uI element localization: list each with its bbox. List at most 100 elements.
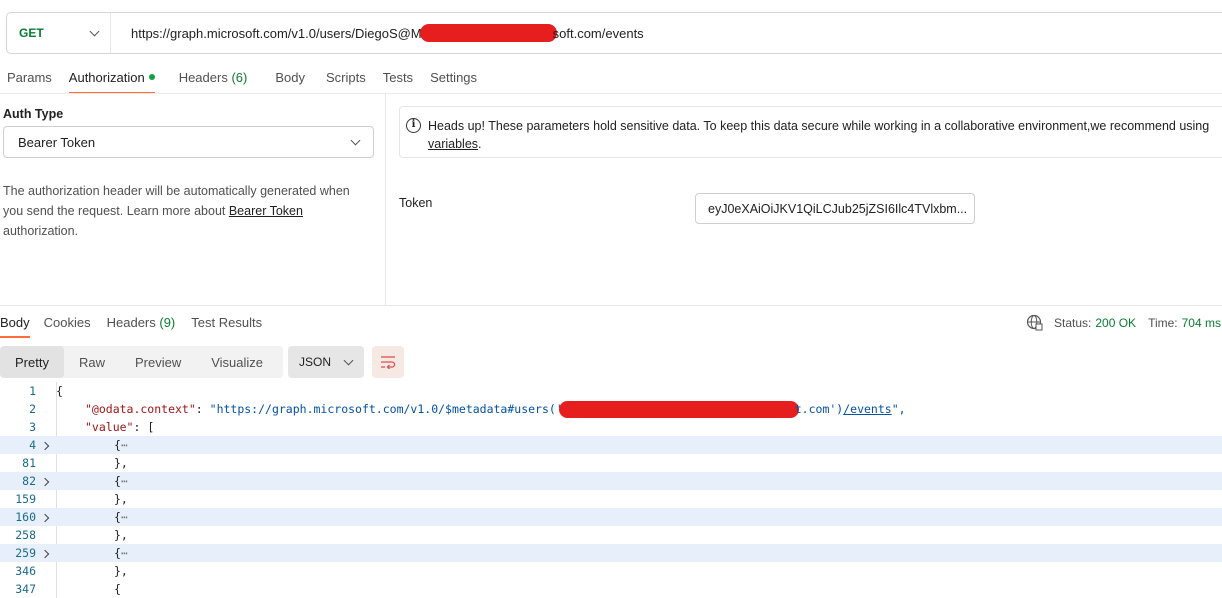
- events-link[interactable]: /events: [843, 402, 891, 416]
- chevron-right-icon[interactable]: [40, 436, 50, 454]
- notice-end: .: [478, 137, 482, 151]
- code-line: 4 {⋯: [0, 436, 1222, 454]
- tab-count: (9): [159, 315, 176, 330]
- auth-type-value: Bearer Token: [18, 134, 96, 150]
- code-line: 2 "@odata.context": "https://graph.micro…: [0, 400, 1222, 418]
- token-input[interactable]: eyJ0eXAiOiJKV1QiLCJub25jZSI6Ilc4TVlxbm..…: [695, 193, 975, 224]
- chevron-right-icon[interactable]: [40, 508, 50, 526]
- tab-label: Cookies: [43, 315, 91, 330]
- json-key: "@odata.context": [85, 402, 196, 416]
- code-text[interactable]: {⋯: [114, 508, 128, 526]
- notice-text: Heads up! These parameters hold sensitiv…: [428, 119, 1210, 133]
- auth-type-pane: Auth Type Bearer Token The authorization…: [0, 94, 386, 305]
- wrap-lines-button[interactable]: [372, 346, 404, 378]
- tab-count: (6): [231, 70, 248, 85]
- url-input[interactable]: https://graph.microsoft.com/v1.0/users/D…: [111, 13, 1222, 53]
- view-tab-visualize[interactable]: Visualize: [196, 346, 278, 378]
- line-number: 1: [29, 384, 36, 398]
- view-tab-pretty[interactable]: Pretty: [0, 346, 64, 378]
- tab-scripts[interactable]: Scripts: [326, 62, 366, 94]
- resp-tab-headers[interactable]: Headers (9): [107, 306, 176, 338]
- resp-tab-cookies[interactable]: Cookies: [44, 306, 91, 338]
- line-number: 346: [15, 564, 36, 578]
- json-string: "https://graph.microsoft.com/v1.0/$metad…: [209, 402, 563, 416]
- tab-body[interactable]: Body: [275, 62, 305, 94]
- auth-desc-text-end: authorization.: [3, 224, 79, 238]
- code-line: 346 },: [0, 562, 1222, 580]
- tab-tests[interactable]: Tests: [383, 62, 413, 94]
- resp-tab-test-results[interactable]: Test Results: [191, 306, 262, 338]
- tab-label: Settings: [430, 70, 478, 85]
- status-dot-icon: [148, 74, 155, 80]
- request-tabs: Params Authorization Headers (6) Body Sc…: [0, 62, 494, 94]
- line-number: 259: [15, 546, 36, 560]
- line-number: 2: [29, 402, 36, 416]
- format-select[interactable]: JSON: [288, 346, 364, 378]
- code-text: },: [114, 492, 128, 506]
- code-text: "@odata.context": "https://graph.microso…: [85, 401, 906, 418]
- chevron-right-icon[interactable]: [40, 544, 50, 562]
- json-string: ",: [891, 402, 906, 416]
- method-label: GET: [19, 26, 44, 40]
- code-text[interactable]: {⋯: [114, 544, 128, 562]
- info-icon: i: [406, 118, 421, 133]
- view-tab-raw[interactable]: Raw: [64, 346, 120, 378]
- variables-link[interactable]: variables: [428, 137, 478, 151]
- code-line: 347 {: [0, 580, 1222, 598]
- json-string: t.com'): [794, 402, 844, 416]
- code-text[interactable]: {⋯: [114, 472, 128, 490]
- status-value[interactable]: 200 OK: [1095, 316, 1136, 330]
- url-prefix: https://graph.microsoft.com/v1.0/users/D…: [131, 25, 422, 41]
- line-number: 160: [15, 510, 36, 524]
- tab-label: Headers: [106, 315, 156, 330]
- tab-headers[interactable]: Headers (6): [179, 62, 248, 94]
- response-tabs: Body Cookies Headers (9) Test Results: [0, 306, 278, 338]
- view-mode-tabs: Pretty Raw Preview Visualize: [0, 346, 283, 378]
- tab-label: Scripts: [325, 70, 366, 85]
- tab-settings[interactable]: Settings: [430, 62, 477, 94]
- status-label: Status:: [1054, 315, 1092, 330]
- code-line: 82 {⋯: [0, 472, 1222, 490]
- code-text: },: [114, 564, 128, 578]
- method-select[interactable]: GET: [7, 13, 111, 53]
- auth-description: The authorization header will be automat…: [3, 181, 373, 241]
- view-tab-preview[interactable]: Preview: [120, 346, 196, 378]
- code-text: "value": [: [85, 420, 155, 434]
- globe-icon[interactable]: [1026, 314, 1043, 331]
- format-value: JSON: [299, 355, 332, 369]
- code-text[interactable]: {⋯: [114, 436, 128, 454]
- code-line: 160 {⋯: [0, 508, 1222, 526]
- code-line: 81 },: [0, 454, 1222, 472]
- tab-label: Body: [0, 315, 30, 330]
- tab-label: Tests: [382, 70, 414, 85]
- chevron-down-icon: [343, 355, 354, 365]
- tab-authorization[interactable]: Authorization: [68, 62, 155, 94]
- code-text: {: [56, 384, 63, 398]
- chevron-right-icon[interactable]: [40, 472, 50, 490]
- auth-type-label: Auth Type: [3, 107, 64, 121]
- line-number: 82: [22, 474, 36, 488]
- code-text: {: [114, 582, 121, 596]
- resp-tab-body[interactable]: Body: [0, 306, 30, 338]
- time-label: Time:: [1148, 315, 1178, 330]
- line-number: 3: [29, 420, 36, 434]
- bearer-token-link[interactable]: Bearer Token: [229, 204, 303, 218]
- code-line: 258 },: [0, 526, 1222, 544]
- code-text: },: [114, 528, 128, 542]
- line-number: 347: [15, 582, 36, 596]
- tab-params[interactable]: Params: [7, 62, 52, 94]
- code-line: 1 {: [0, 382, 1222, 400]
- wrap-lines-icon: [381, 356, 396, 369]
- url-bar: GET https://graph.microsoft.com/v1.0/use…: [6, 12, 1222, 54]
- response-body-code[interactable]: 1 { 2 "@odata.context": "https://graph.m…: [0, 382, 1222, 598]
- tab-label: Params: [7, 70, 52, 85]
- sensitive-data-notice: i Heads up! These parameters hold sensit…: [399, 106, 1222, 158]
- code-line: 3 "value": [: [0, 418, 1222, 436]
- time-value[interactable]: 704 ms: [1182, 316, 1221, 330]
- redaction-mark: [558, 401, 799, 418]
- line-number: 4: [29, 438, 36, 452]
- tab-label: Test Results: [191, 315, 263, 330]
- auth-type-select[interactable]: Bearer Token: [3, 126, 374, 158]
- json-key: "value": [85, 420, 134, 434]
- tab-label: Authorization: [68, 70, 145, 85]
